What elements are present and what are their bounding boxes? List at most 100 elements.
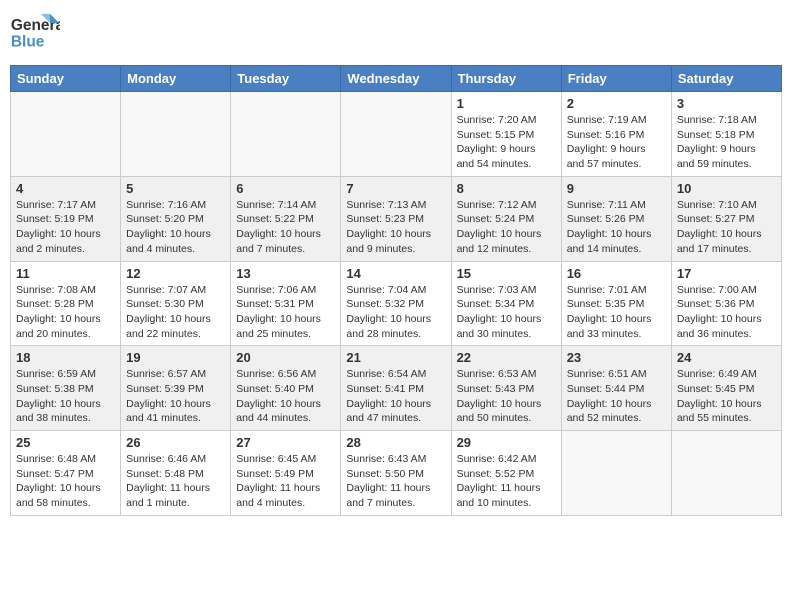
calendar-day-cell bbox=[11, 92, 121, 177]
day-info: Sunrise: 6:59 AM Sunset: 5:38 PM Dayligh… bbox=[16, 367, 115, 426]
day-info: Sunrise: 6:45 AM Sunset: 5:49 PM Dayligh… bbox=[236, 452, 335, 511]
calendar-week-row: 25 Sunrise: 6:48 AM Sunset: 5:47 PM Dayli… bbox=[11, 431, 782, 516]
calendar-day-cell: 26 Sunrise: 6:46 AM Sunset: 5:48 PM Dayli… bbox=[121, 431, 231, 516]
calendar-day-cell: 21 Sunrise: 6:54 AM Sunset: 5:41 PM Dayli… bbox=[341, 346, 451, 431]
day-info: Sunrise: 7:07 AM Sunset: 5:30 PM Dayligh… bbox=[126, 283, 225, 342]
calendar-week-row: 1 Sunrise: 7:20 AM Sunset: 5:15 PM Daylig… bbox=[11, 92, 782, 177]
day-info: Sunrise: 6:53 AM Sunset: 5:43 PM Dayligh… bbox=[457, 367, 556, 426]
day-number: 14 bbox=[346, 266, 445, 281]
calendar-day-cell bbox=[341, 92, 451, 177]
day-info: Sunrise: 6:56 AM Sunset: 5:40 PM Dayligh… bbox=[236, 367, 335, 426]
day-info: Sunrise: 7:19 AM Sunset: 5:16 PM Dayligh… bbox=[567, 113, 666, 172]
calendar-week-row: 11Sunrise: 7:08 AM Sunset: 5:28 PM Dayli… bbox=[11, 261, 782, 346]
calendar-week-row: 18 Sunrise: 6:59 AM Sunset: 5:38 PM Dayli… bbox=[11, 346, 782, 431]
calendar-day-cell: 29Sunrise: 6:42 AM Sunset: 5:52 PM Dayli… bbox=[451, 431, 561, 516]
day-number: 17 bbox=[677, 266, 776, 281]
day-info: Sunrise: 7:18 AM Sunset: 5:18 PM Dayligh… bbox=[677, 113, 776, 172]
calendar-day-cell: 11Sunrise: 7:08 AM Sunset: 5:28 PM Dayli… bbox=[11, 261, 121, 346]
day-number: 25 bbox=[16, 435, 115, 450]
day-number: 29 bbox=[457, 435, 556, 450]
day-number: 21 bbox=[346, 350, 445, 365]
calendar-day-cell: 14 Sunrise: 7:04 AM Sunset: 5:32 PM Dayli… bbox=[341, 261, 451, 346]
calendar-day-cell: 5 Sunrise: 7:16 AM Sunset: 5:20 PM Daylig… bbox=[121, 176, 231, 261]
day-number: 22 bbox=[457, 350, 556, 365]
day-info: Sunrise: 7:20 AM Sunset: 5:15 PM Dayligh… bbox=[457, 113, 556, 172]
calendar-day-cell: 23 Sunrise: 6:51 AM Sunset: 5:44 PM Dayli… bbox=[561, 346, 671, 431]
day-number: 20 bbox=[236, 350, 335, 365]
day-number: 11 bbox=[16, 266, 115, 281]
calendar-day-cell: 13 Sunrise: 7:06 AM Sunset: 5:31 PM Dayli… bbox=[231, 261, 341, 346]
day-of-week-header: Monday bbox=[121, 66, 231, 92]
day-info: Sunrise: 6:46 AM Sunset: 5:48 PM Dayligh… bbox=[126, 452, 225, 511]
calendar-day-cell: 3Sunrise: 7:18 AM Sunset: 5:18 PM Daylig… bbox=[671, 92, 781, 177]
calendar-header-row: SundayMondayTuesdayWednesdayThursdayFrid… bbox=[11, 66, 782, 92]
logo-container: General Blue bbox=[10, 10, 60, 55]
day-number: 6 bbox=[236, 181, 335, 196]
day-of-week-header: Friday bbox=[561, 66, 671, 92]
day-info: Sunrise: 7:04 AM Sunset: 5:32 PM Dayligh… bbox=[346, 283, 445, 342]
day-number: 12 bbox=[126, 266, 225, 281]
calendar-day-cell: 16 Sunrise: 7:01 AM Sunset: 5:35 PM Dayli… bbox=[561, 261, 671, 346]
logo: General Blue bbox=[10, 10, 60, 55]
day-number: 4 bbox=[16, 181, 115, 196]
day-number: 23 bbox=[567, 350, 666, 365]
calendar-day-cell: 12 Sunrise: 7:07 AM Sunset: 5:30 PM Dayli… bbox=[121, 261, 231, 346]
calendar-day-cell: 4 Sunrise: 7:17 AM Sunset: 5:19 PM Daylig… bbox=[11, 176, 121, 261]
day-number: 2 bbox=[567, 96, 666, 111]
calendar-day-cell: 25 Sunrise: 6:48 AM Sunset: 5:47 PM Dayli… bbox=[11, 431, 121, 516]
day-of-week-header: Thursday bbox=[451, 66, 561, 92]
day-number: 10 bbox=[677, 181, 776, 196]
day-number: 9 bbox=[567, 181, 666, 196]
logo-svg: General Blue bbox=[10, 10, 60, 55]
day-info: Sunrise: 6:48 AM Sunset: 5:47 PM Dayligh… bbox=[16, 452, 115, 511]
day-info: Sunrise: 6:57 AM Sunset: 5:39 PM Dayligh… bbox=[126, 367, 225, 426]
day-number: 8 bbox=[457, 181, 556, 196]
calendar-day-cell: 28 Sunrise: 6:43 AM Sunset: 5:50 PM Dayli… bbox=[341, 431, 451, 516]
calendar-day-cell: 15 Sunrise: 7:03 AM Sunset: 5:34 PM Dayli… bbox=[451, 261, 561, 346]
day-number: 28 bbox=[346, 435, 445, 450]
day-info: Sunrise: 7:17 AM Sunset: 5:19 PM Dayligh… bbox=[16, 198, 115, 257]
day-number: 18 bbox=[16, 350, 115, 365]
calendar-day-cell: 17 Sunrise: 7:00 AM Sunset: 5:36 PM Dayli… bbox=[671, 261, 781, 346]
day-number: 15 bbox=[457, 266, 556, 281]
day-info: Sunrise: 7:03 AM Sunset: 5:34 PM Dayligh… bbox=[457, 283, 556, 342]
day-info: Sunrise: 6:51 AM Sunset: 5:44 PM Dayligh… bbox=[567, 367, 666, 426]
calendar-day-cell: 8Sunrise: 7:12 AM Sunset: 5:24 PM Daylig… bbox=[451, 176, 561, 261]
day-info: Sunrise: 6:54 AM Sunset: 5:41 PM Dayligh… bbox=[346, 367, 445, 426]
day-info: Sunrise: 7:00 AM Sunset: 5:36 PM Dayligh… bbox=[677, 283, 776, 342]
day-info: Sunrise: 7:06 AM Sunset: 5:31 PM Dayligh… bbox=[236, 283, 335, 342]
day-number: 1 bbox=[457, 96, 556, 111]
calendar-day-cell: 19 Sunrise: 6:57 AM Sunset: 5:39 PM Dayli… bbox=[121, 346, 231, 431]
day-number: 27 bbox=[236, 435, 335, 450]
calendar-day-cell: 27 Sunrise: 6:45 AM Sunset: 5:49 PM Dayli… bbox=[231, 431, 341, 516]
day-of-week-header: Wednesday bbox=[341, 66, 451, 92]
day-info: Sunrise: 7:14 AM Sunset: 5:22 PM Dayligh… bbox=[236, 198, 335, 257]
calendar-day-cell bbox=[231, 92, 341, 177]
day-of-week-header: Saturday bbox=[671, 66, 781, 92]
day-info: Sunrise: 7:10 AM Sunset: 5:27 PM Dayligh… bbox=[677, 198, 776, 257]
day-number: 24 bbox=[677, 350, 776, 365]
page-header: General Blue bbox=[10, 10, 782, 55]
calendar-day-cell: 7Sunrise: 7:13 AM Sunset: 5:23 PM Daylig… bbox=[341, 176, 451, 261]
day-info: Sunrise: 6:43 AM Sunset: 5:50 PM Dayligh… bbox=[346, 452, 445, 511]
calendar-day-cell: 18 Sunrise: 6:59 AM Sunset: 5:38 PM Dayli… bbox=[11, 346, 121, 431]
calendar-day-cell bbox=[671, 431, 781, 516]
day-number: 19 bbox=[126, 350, 225, 365]
day-info: Sunrise: 7:16 AM Sunset: 5:20 PM Dayligh… bbox=[126, 198, 225, 257]
day-info: Sunrise: 7:11 AM Sunset: 5:26 PM Dayligh… bbox=[567, 198, 666, 257]
day-info: Sunrise: 6:49 AM Sunset: 5:45 PM Dayligh… bbox=[677, 367, 776, 426]
day-of-week-header: Tuesday bbox=[231, 66, 341, 92]
day-number: 26 bbox=[126, 435, 225, 450]
day-of-week-header: Sunday bbox=[11, 66, 121, 92]
day-info: Sunrise: 7:13 AM Sunset: 5:23 PM Dayligh… bbox=[346, 198, 445, 257]
calendar-day-cell: 20 Sunrise: 6:56 AM Sunset: 5:40 PM Dayli… bbox=[231, 346, 341, 431]
calendar-day-cell: 2 Sunrise: 7:19 AM Sunset: 5:16 PM Daylig… bbox=[561, 92, 671, 177]
day-info: Sunrise: 7:01 AM Sunset: 5:35 PM Dayligh… bbox=[567, 283, 666, 342]
calendar-day-cell: 24 Sunrise: 6:49 AM Sunset: 5:45 PM Dayli… bbox=[671, 346, 781, 431]
day-number: 5 bbox=[126, 181, 225, 196]
calendar-day-cell: 10 Sunrise: 7:10 AM Sunset: 5:27 PM Dayli… bbox=[671, 176, 781, 261]
calendar-day-cell bbox=[561, 431, 671, 516]
calendar-day-cell: 9 Sunrise: 7:11 AM Sunset: 5:26 PM Daylig… bbox=[561, 176, 671, 261]
day-number: 16 bbox=[567, 266, 666, 281]
day-number: 13 bbox=[236, 266, 335, 281]
